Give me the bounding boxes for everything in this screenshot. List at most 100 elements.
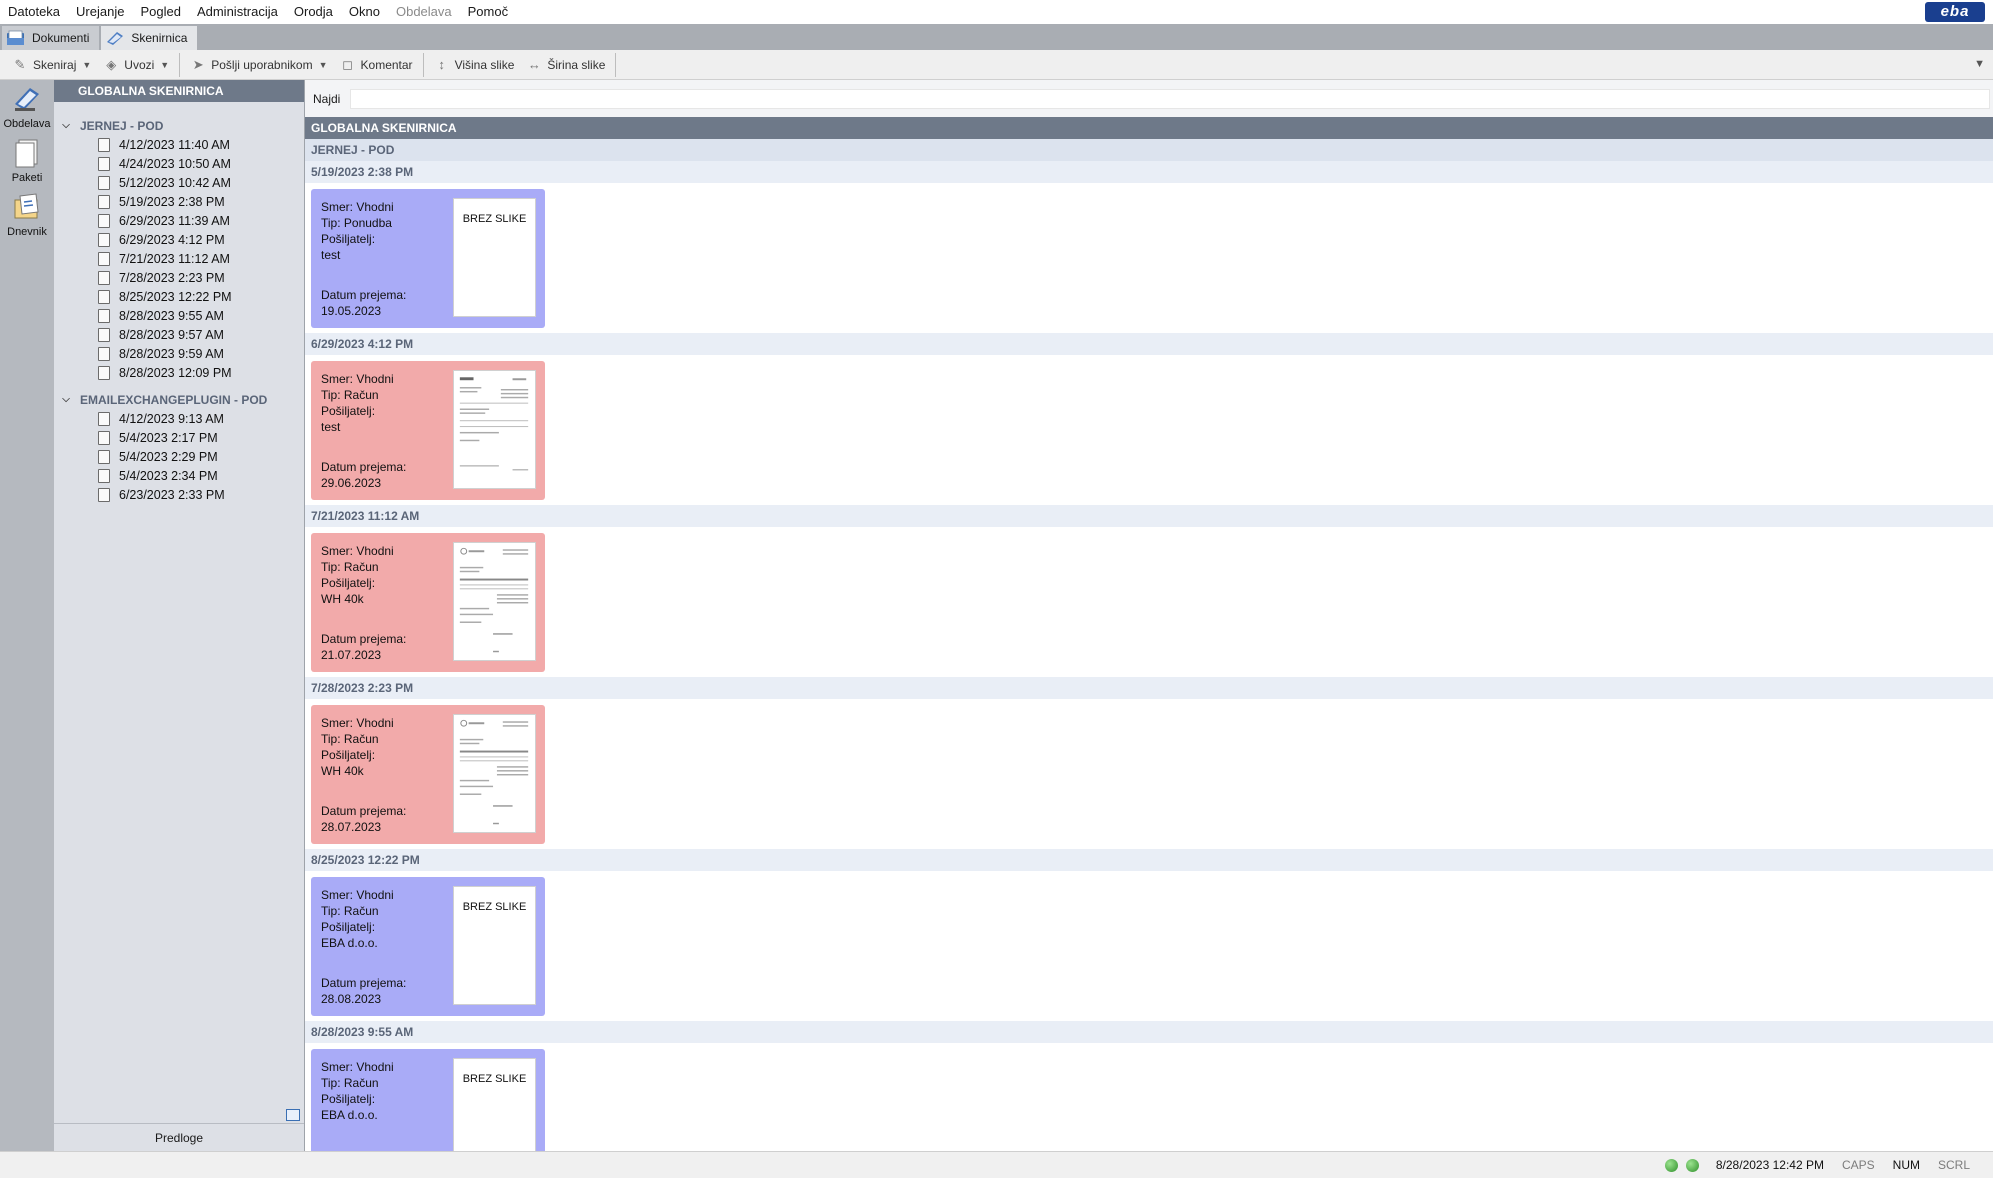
document-icon [98,346,110,361]
scan-date-header: 7/21/2023 11:12 AM [305,505,1993,527]
height-icon: ↕ [438,56,445,72]
chevron-down-icon[interactable]: ⌵ [60,394,72,405]
scan-group-header: JERNEJ - POD [305,139,1993,161]
scan-card[interactable]: Smer: Vhodni Tip: Račun Pošiljatelj: EBA… [311,877,545,1016]
nav-journal-label: Dnevnik [7,226,47,238]
document-thumbnail[interactable]: BREZ SLIKE [453,1058,536,1151]
scan-date-header: 6/29/2023 4:12 PM [305,333,1993,355]
document-thumbnail[interactable]: BREZ SLIKE [453,886,536,1005]
tree-item-label: 8/28/2023 9:59 AM [119,346,224,361]
packages-icon [15,139,38,168]
table-view-icon[interactable] [286,1109,300,1121]
scan-card[interactable]: Smer: Vhodni Tip: Ponudba Pošiljatelj: t… [311,189,545,328]
tree-item[interactable]: 8/28/2023 9:55 AM [54,306,304,325]
chevron-down-icon[interactable]: ⌵ [60,120,72,131]
scanner-icon [107,32,124,45]
status-datetime: 8/28/2023 12:42 PM [1715,1158,1824,1172]
tab-scanner[interactable]: Skenirnica [101,26,198,50]
scan-card[interactable]: Smer: Vhodni Tip: Račun Pošiljatelj: WH … [311,533,545,672]
scan-entry: Smer: Vhodni Tip: Račun Pošiljatelj: EBA… [305,1043,1993,1151]
tree-item[interactable]: 8/28/2023 9:59 AM [54,344,304,363]
scanner-icon [15,88,39,111]
templates-button[interactable]: Predloge [54,1123,304,1151]
chevron-down-icon[interactable]: ▼ [319,60,328,70]
document-icon [98,468,110,483]
document-icon [98,194,110,209]
import-button[interactable]: ◈ Uvozi ▼ [97,53,175,77]
toolbar-separator [615,52,617,77]
tree-group-emailexchangeplugin[interactable]: ⌵ EMAILEXCHANGEPLUGIN - POD [54,390,304,409]
document-thumbnail[interactable] [453,370,536,489]
tree-item-label: 4/12/2023 11:40 AM [119,137,230,152]
scan-card[interactable]: Smer: Vhodni Tip: Račun Pošiljatelj: tes… [311,361,545,500]
send-label: Pošlji uporabnikom [211,57,313,72]
tree-item[interactable]: 8/28/2023 9:57 AM [54,325,304,344]
nav-packages[interactable]: Paketi [0,134,54,188]
tree-item-label: 5/4/2023 2:17 PM [119,430,218,445]
menu-tools[interactable]: Orodja [286,0,341,24]
menu-file[interactable]: Datoteka [0,0,68,24]
menu-window[interactable]: Okno [341,0,388,24]
scan-entry: Smer: Vhodni Tip: Račun Pošiljatelj: EBA… [305,871,1993,1021]
menu-help[interactable]: Pomoč [460,0,516,24]
scan-button[interactable]: ✎ Skeniraj ▼ [6,53,97,77]
tree-item[interactable]: 6/29/2023 11:39 AM [54,211,304,230]
image-width-button[interactable]: ↔ Širina slike [520,53,611,77]
scan-entry: Smer: Vhodni Tip: Račun Pošiljatelj: WH … [305,699,1993,849]
comment-label: Komentar [360,57,413,72]
tree-group-label: JERNEJ - POD [80,118,164,133]
tree-item[interactable]: 6/29/2023 4:12 PM [54,230,304,249]
send-to-users-button[interactable]: ➤ Pošlji uporabnikom ▼ [184,53,333,77]
document-icon [98,137,110,152]
search-input[interactable] [350,88,1991,109]
document-tab-strip: Dokumenti Skenirnica [0,24,1993,50]
tree-item-label: 6/29/2023 11:39 AM [119,213,230,228]
tree-item[interactable]: 5/4/2023 2:29 PM [54,447,304,466]
tree-item[interactable]: 6/23/2023 2:33 PM [54,485,304,504]
image-height-button[interactable]: ↕ Višina slike [428,53,521,77]
chevron-down-icon[interactable]: ▼ [160,60,169,70]
tree-item[interactable]: 5/4/2023 2:17 PM [54,428,304,447]
menu-view[interactable]: Pogled [132,0,188,24]
menu-administration[interactable]: Administracija [189,0,286,24]
tab-documents[interactable]: Dokumenti [2,26,100,50]
scan-date-header: 8/28/2023 9:55 AM [305,1021,1993,1043]
connection-status-icon [1664,1158,1678,1172]
tree-group-jernej[interactable]: ⌵ JERNEJ - POD [54,116,304,135]
document-icon [98,232,110,247]
tree-item[interactable]: 5/19/2023 2:38 PM [54,192,304,211]
nav-processing[interactable]: Obdelava [0,80,54,134]
document-icon [98,449,110,464]
scanner-icon: ✎ [14,56,26,72]
tree-item[interactable]: 5/4/2023 2:34 PM [54,466,304,485]
tree-item[interactable]: 4/24/2023 10:50 AM [54,154,304,173]
document-thumbnail[interactable] [453,542,536,661]
tree-item[interactable]: 8/25/2023 12:22 PM [54,287,304,306]
scan-card[interactable]: Smer: Vhodni Tip: Račun Pošiljatelj: EBA… [311,1049,545,1151]
nav-journal[interactable]: Dnevnik [0,188,54,242]
scan-card[interactable]: Smer: Vhodni Tip: Račun Pošiljatelj: WH … [311,705,545,844]
tree-panel: GLOBALNA SKENIRNICA ⌵ JERNEJ - POD 4/12/… [54,80,305,1151]
tree-item[interactable]: 4/12/2023 9:13 AM [54,409,304,428]
tree-item-label: 8/28/2023 9:57 AM [119,327,224,342]
scan-date-header: 7/28/2023 2:23 PM [305,677,1993,699]
tree-item[interactable]: 5/12/2023 10:42 AM [54,173,304,192]
width-icon: ↔ [527,56,541,72]
document-icon [98,487,110,502]
menu-edit[interactable]: Urejanje [68,0,132,24]
document-thumbnail[interactable] [453,714,536,833]
tree-item[interactable]: 7/28/2023 2:23 PM [54,268,304,287]
tree-item-label: 5/12/2023 10:42 AM [119,175,231,190]
document-thumbnail[interactable]: BREZ SLIKE [453,198,536,317]
documents-icon [7,30,24,45]
scan-list-header: GLOBALNA SKENIRNICA [305,117,1993,139]
tree-item-label: 7/28/2023 2:23 PM [119,270,225,285]
toolbar-overflow-icon[interactable]: ▼ [1974,58,1985,70]
no-image-label: BREZ SLIKE [462,901,527,913]
tree-item[interactable]: 8/28/2023 12:09 PM [54,363,304,382]
comment-button[interactable]: ◻ Komentar [334,53,419,77]
tree-item[interactable]: 7/21/2023 11:12 AM [54,249,304,268]
invoice-preview-icon [459,547,529,653]
chevron-down-icon[interactable]: ▼ [82,60,91,70]
tree-item[interactable]: 4/12/2023 11:40 AM [54,135,304,154]
